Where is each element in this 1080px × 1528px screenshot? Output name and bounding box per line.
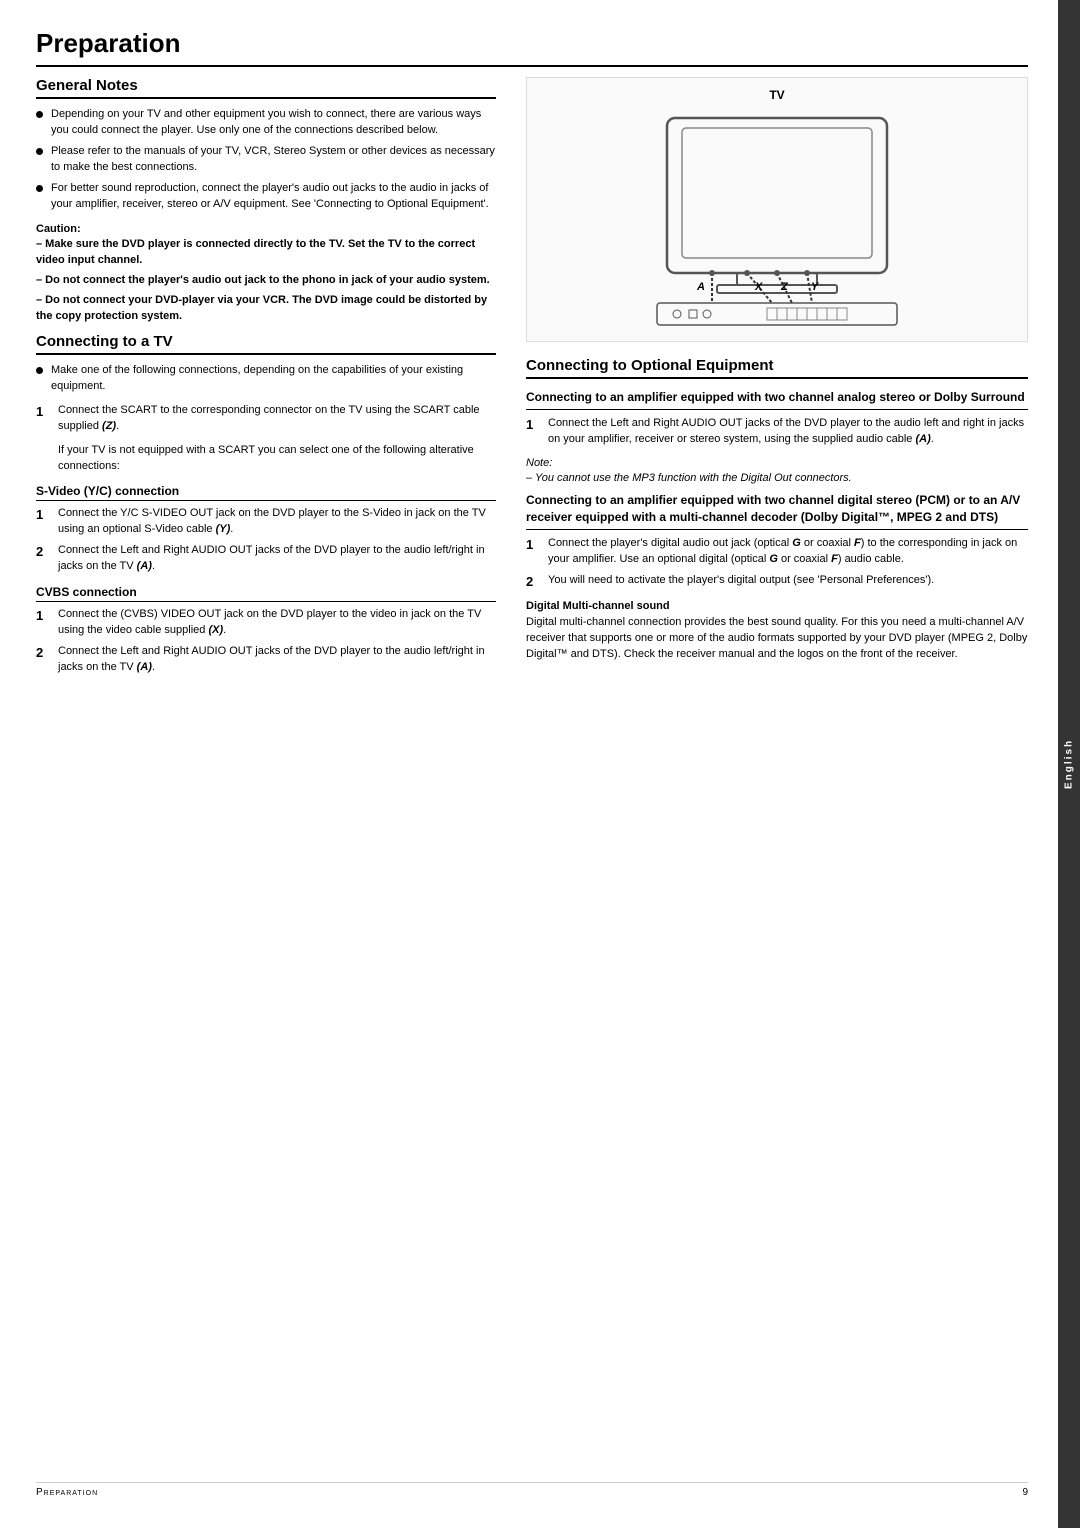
section2-heading: Connecting to an amplifier equipped with… [526, 492, 1028, 530]
list-item: 1 Connect the (CVBS) VIDEO OUT jack on t… [36, 607, 496, 639]
svg-text:Y: Y [811, 281, 820, 293]
general-notes-title: General Notes [36, 77, 496, 99]
list-item: 2 You will need to activate the player's… [526, 573, 1028, 592]
tv-step1-list: 1 Connect the SCART to the corresponding… [36, 403, 496, 435]
caution-item: – Do not connect the player's audio out … [36, 273, 496, 289]
tv-diagram-svg: A X Z Y [607, 108, 947, 328]
svg-text:A: A [696, 281, 705, 293]
bullet-icon [36, 148, 43, 155]
step1-note: If your TV is not equipped with a SCART … [58, 443, 496, 475]
page-title: Preparation [36, 28, 1028, 67]
section1-steps: 1 Connect the Left and Right AUDIO OUT j… [526, 416, 1028, 448]
tv-label: TV [537, 88, 1017, 102]
tv-diagram: TV [526, 77, 1028, 342]
list-item: 1 Connect the Y/C S-VIDEO OUT jack on th… [36, 506, 496, 538]
section1-note: Note: – You cannot use the MP3 function … [526, 456, 1028, 487]
caution-item: – Make sure the DVD player is connected … [36, 237, 496, 269]
list-item: Depending on your TV and other equipment… [36, 107, 496, 139]
list-item: Please refer to the manuals of your TV, … [36, 144, 496, 176]
list-item: 2 Connect the Left and Right AUDIO OUT j… [36, 543, 496, 575]
list-item: For better sound reproduction, connect t… [36, 181, 496, 213]
cvbs-title: CVBS connection [36, 585, 496, 602]
cvbs-steps: 1 Connect the (CVBS) VIDEO OUT jack on t… [36, 607, 496, 676]
caution-title: Caution: [36, 221, 496, 238]
svideo-steps: 1 Connect the Y/C S-VIDEO OUT jack on th… [36, 506, 496, 575]
footer-section-label: Preparation [36, 1487, 98, 1498]
list-item: Make one of the following connections, d… [36, 363, 496, 395]
general-notes-bullets: Depending on your TV and other equipment… [36, 107, 496, 213]
general-notes-section: General Notes Depending on your TV and o… [36, 77, 496, 325]
connecting-tv-section: Connecting to a TV Make one of the follo… [36, 333, 496, 676]
list-item: 2 Connect the Left and Right AUDIO OUT j… [36, 644, 496, 676]
svideo-title: S-Video (Y/C) connection [36, 484, 496, 501]
caution-block: Caution: – Make sure the DVD player is c… [36, 221, 496, 325]
digital-multi-title: Digital Multi-channel sound [526, 600, 1028, 612]
caution-item: – Do not connect your DVD-player via you… [36, 293, 496, 325]
svg-text:Z: Z [780, 281, 789, 293]
footer-page-number: 9 [1022, 1487, 1028, 1498]
bullet-icon [36, 185, 43, 192]
section1-heading: Connecting to an amplifier equipped with… [526, 389, 1028, 410]
section2-steps: 1 Connect the player's digital audio out… [526, 536, 1028, 592]
list-item: 1 Connect the SCART to the corresponding… [36, 403, 496, 435]
page-footer: Preparation 9 [36, 1482, 1028, 1498]
digital-multi-text: Digital multi-channel connection provide… [526, 615, 1028, 663]
svg-text:X: X [754, 281, 763, 293]
connecting-tv-title: Connecting to a TV [36, 333, 496, 355]
list-item: 1 Connect the Left and Right AUDIO OUT j… [526, 416, 1028, 448]
optional-equipment-title: Connecting to Optional Equipment [526, 357, 1028, 379]
connecting-optional-section: Connecting to Optional Equipment Connect… [526, 357, 1028, 663]
list-item: 1 Connect the player's digital audio out… [526, 536, 1028, 568]
language-tab: English [1058, 0, 1080, 1528]
tv-bullet-list: Make one of the following connections, d… [36, 363, 496, 395]
bullet-icon [36, 367, 43, 374]
bullet-icon [36, 111, 43, 118]
